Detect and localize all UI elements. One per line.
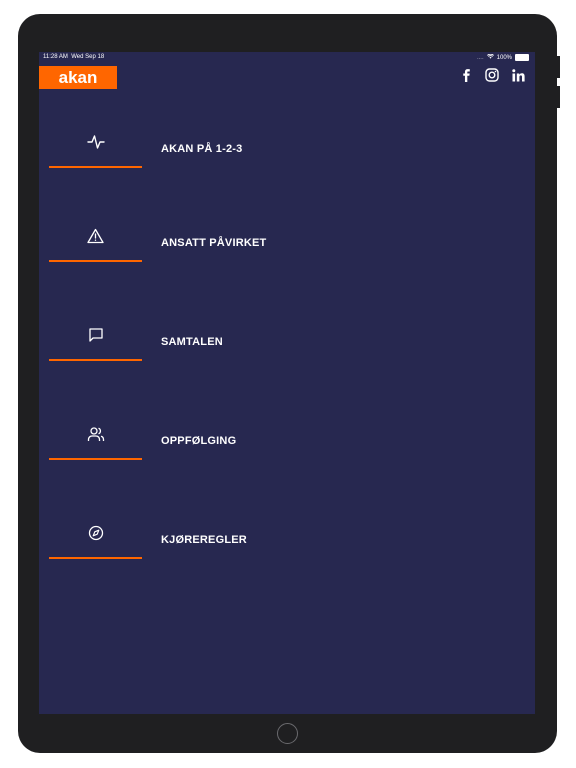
users-icon bbox=[87, 426, 105, 447]
menu-item-underline bbox=[49, 260, 142, 262]
menu-item-akan-pa-1-2-3[interactable]: AKAN PÅ 1-2-3 bbox=[39, 129, 535, 179]
menu-item-underline bbox=[49, 458, 142, 460]
status-date: Wed Sep 18 bbox=[71, 54, 105, 60]
battery-icon bbox=[515, 54, 529, 61]
volume-button bbox=[556, 86, 560, 108]
menu-item-icon-wrap bbox=[49, 223, 142, 253]
facebook-icon[interactable] bbox=[459, 68, 473, 82]
home-button[interactable] bbox=[277, 723, 298, 744]
menu-item-underline bbox=[49, 166, 142, 168]
status-time-date: 11:28 AM Wed Sep 18 bbox=[43, 54, 104, 60]
logo-text: akan bbox=[58, 67, 98, 87]
status-time: 11:28 AM bbox=[43, 54, 68, 60]
menu-item-oppfolging[interactable]: OPPFØLGING bbox=[39, 421, 535, 471]
menu-item-label: ANSATT PÅVIRKET bbox=[161, 237, 267, 249]
menu-item-label: SAMTALEN bbox=[161, 336, 223, 348]
menu-item-samtalen[interactable]: SAMTALEN bbox=[39, 322, 535, 372]
menu-item-underline bbox=[49, 359, 142, 361]
menu-item-underline bbox=[49, 557, 142, 559]
menu-item-kjoreregler[interactable]: KJØREREGLER bbox=[39, 520, 535, 570]
warning-triangle-icon bbox=[87, 228, 104, 249]
menu-item-icon-wrap bbox=[49, 520, 142, 550]
status-bar: 11:28 AM Wed Sep 18 .... 100% bbox=[39, 52, 535, 64]
chat-bubble-icon bbox=[88, 327, 104, 348]
signal-icon: .... bbox=[476, 54, 484, 61]
menu-item-ansatt-pavirket[interactable]: ANSATT PÅVIRKET bbox=[39, 223, 535, 273]
linkedin-icon[interactable] bbox=[511, 68, 525, 82]
compass-icon bbox=[88, 525, 104, 546]
menu-item-icon-wrap bbox=[49, 129, 142, 159]
menu-item-label: OPPFØLGING bbox=[161, 435, 237, 447]
battery-percent: 100% bbox=[496, 54, 512, 61]
status-indicators: .... 100% bbox=[476, 53, 529, 61]
app-screen: 11:28 AM Wed Sep 18 .... 100% akan AKAN … bbox=[39, 52, 535, 714]
akan-logo[interactable]: akan bbox=[39, 66, 117, 89]
instagram-icon[interactable] bbox=[485, 68, 499, 82]
pulse-icon bbox=[86, 134, 105, 155]
wifi-icon bbox=[486, 53, 494, 61]
menu-item-label: AKAN PÅ 1-2-3 bbox=[161, 143, 243, 155]
volume-button bbox=[556, 56, 560, 78]
social-links bbox=[459, 68, 525, 82]
menu-item-icon-wrap bbox=[49, 421, 142, 451]
menu-item-label: KJØREREGLER bbox=[161, 534, 247, 546]
menu-item-icon-wrap bbox=[49, 322, 142, 352]
